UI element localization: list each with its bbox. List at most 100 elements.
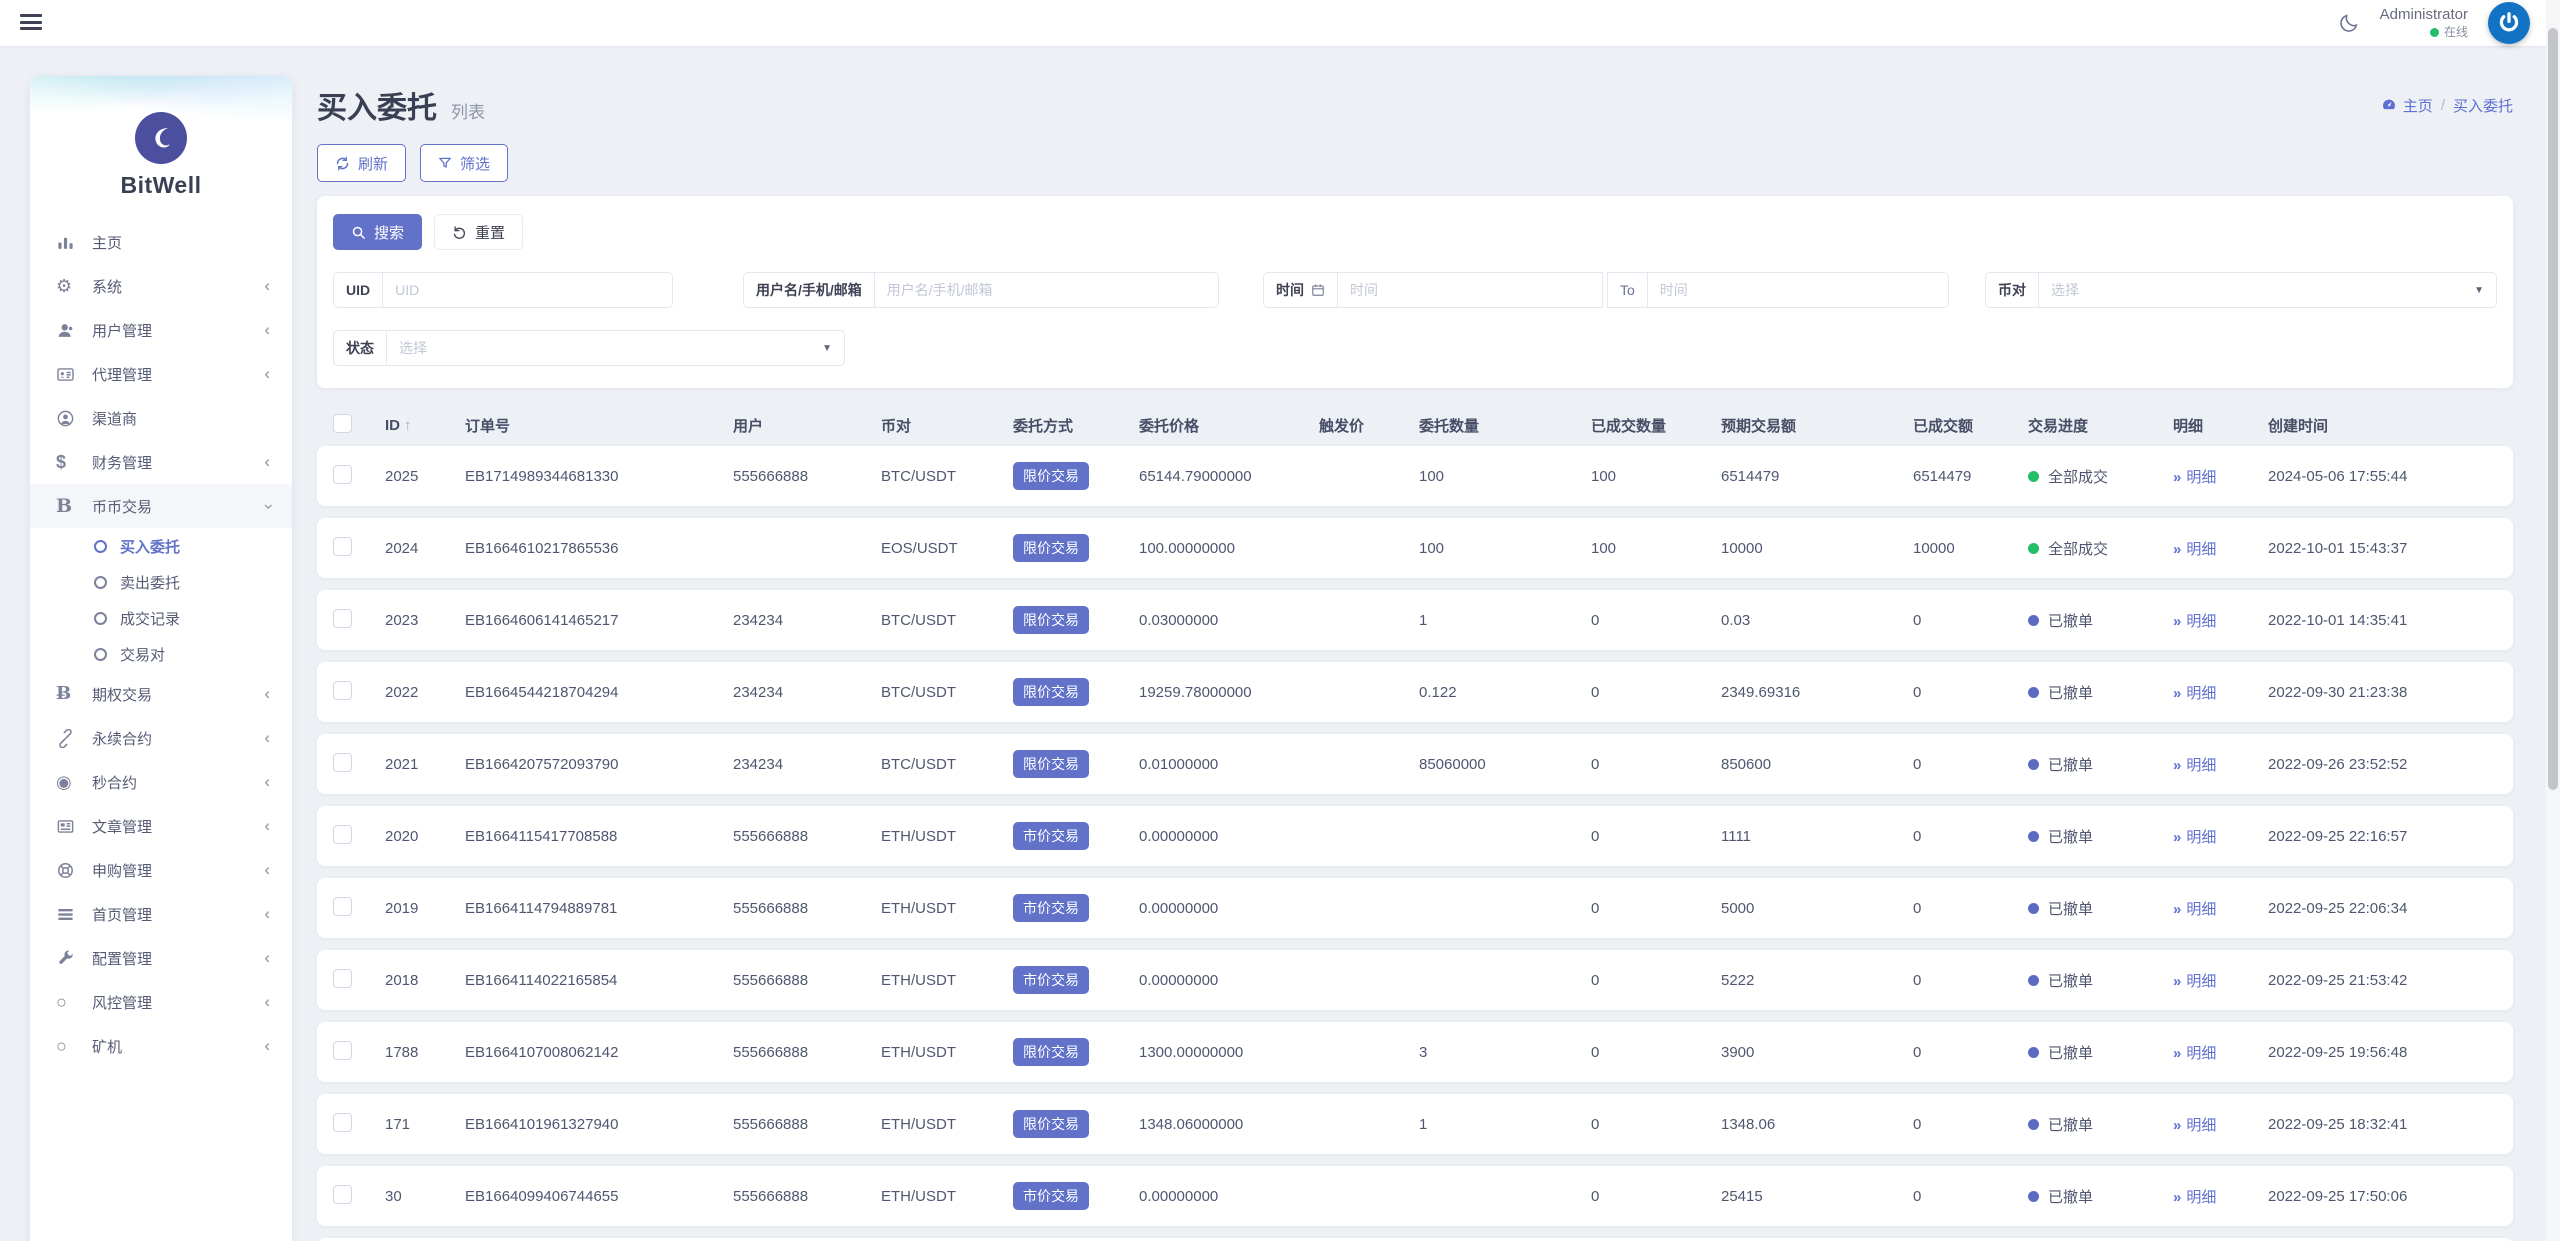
row-checkbox[interactable] bbox=[333, 681, 352, 700]
select-all-checkbox[interactable] bbox=[333, 414, 352, 433]
wrench-icon bbox=[56, 949, 92, 968]
circle-dot-icon: ◉ bbox=[56, 773, 92, 791]
cell-pair: BTC/USDT bbox=[881, 468, 1013, 485]
sidebar-item-8[interactable]: 永续合约‹ bbox=[30, 716, 292, 760]
chevron-icon: ‹ bbox=[264, 905, 270, 922]
detail-link[interactable]: »明细 bbox=[2173, 1189, 2216, 1206]
row-checkbox[interactable] bbox=[333, 465, 352, 484]
sidebar-item-6[interactable]: B币币交易‹ bbox=[30, 484, 292, 528]
search-button[interactable]: 搜索 bbox=[333, 214, 422, 250]
detail-link[interactable]: »明细 bbox=[2173, 973, 2216, 990]
sidebar-item-1[interactable]: ⚙系统‹ bbox=[30, 264, 292, 308]
cell-amount: 100 bbox=[1419, 540, 1591, 557]
cell-order-type: 市价交易 bbox=[1013, 822, 1139, 850]
reset-button[interactable]: 重置 bbox=[434, 214, 523, 250]
row-checkbox[interactable] bbox=[333, 609, 352, 628]
user-input[interactable] bbox=[875, 273, 1218, 307]
sidebar-item-9[interactable]: ◉秒合约‹ bbox=[30, 760, 292, 804]
sidebar-item-label: 矿机 bbox=[92, 1036, 264, 1057]
pair-select[interactable]: 选择 ▼ bbox=[2039, 273, 2496, 307]
breadcrumb-home-link[interactable]: 主页 bbox=[2381, 95, 2433, 116]
sidebar-item-15[interactable]: ○矿机‹ bbox=[30, 1024, 292, 1068]
bitcoin-icon: Ƀ bbox=[56, 685, 92, 703]
sidebar-item-5[interactable]: $财务管理‹ bbox=[30, 440, 292, 484]
time-end-input[interactable] bbox=[1648, 273, 1948, 307]
cell-id: 2022 bbox=[385, 684, 465, 701]
detail-link[interactable]: »明细 bbox=[2173, 1045, 2216, 1062]
cell-filled-total: 0 bbox=[1913, 1044, 2028, 1061]
cell-order-type: 限价交易 bbox=[1013, 750, 1139, 778]
menu-toggle-icon[interactable] bbox=[20, 14, 42, 34]
uid-input[interactable] bbox=[383, 273, 672, 307]
detail-link[interactable]: »明细 bbox=[2173, 685, 2216, 702]
sidebar-item-4[interactable]: 渠道商 bbox=[30, 396, 292, 440]
sidebar-item-0[interactable]: 主页 bbox=[30, 220, 292, 264]
user-label: 用户名/手机/邮箱 bbox=[744, 273, 875, 307]
detail-link[interactable]: »明细 bbox=[2173, 829, 2216, 846]
time-start-input[interactable] bbox=[1338, 273, 1602, 307]
cell-user: 555666888 bbox=[733, 1188, 881, 1205]
row-checkbox[interactable] bbox=[333, 969, 352, 988]
sidebar-subitem-label: 卖出委托 bbox=[120, 572, 180, 593]
status-dot-icon bbox=[2028, 759, 2039, 770]
row-checkbox[interactable] bbox=[333, 825, 352, 844]
chevron-icon: ‹ bbox=[264, 365, 270, 382]
uid-filter-group: UID bbox=[333, 272, 673, 308]
row-checkbox[interactable] bbox=[333, 1185, 352, 1204]
cell-id: 2018 bbox=[385, 972, 465, 989]
page-subtitle: 列表 bbox=[451, 98, 485, 123]
cell-user: 555666888 bbox=[733, 900, 881, 917]
vertical-scrollbar[interactable] bbox=[2546, 0, 2560, 1241]
row-checkbox[interactable] bbox=[333, 1113, 352, 1132]
row-checkbox[interactable] bbox=[333, 537, 352, 556]
refresh-button[interactable]: 刷新 bbox=[317, 144, 406, 182]
column-header[interactable]: ID↑ bbox=[385, 417, 465, 434]
sidebar-item-10[interactable]: 文章管理‹ bbox=[30, 804, 292, 848]
sidebar-item-11[interactable]: 申购管理‹ bbox=[30, 848, 292, 892]
sidebar-subitem-6-2[interactable]: 成交记录 bbox=[30, 600, 292, 636]
cell-price: 0.00000000 bbox=[1139, 1188, 1319, 1205]
sidebar-item-13[interactable]: 配置管理‹ bbox=[30, 936, 292, 980]
scrollbar-thumb[interactable] bbox=[2548, 28, 2558, 790]
row-checkbox-cell bbox=[333, 1041, 385, 1064]
cell-user: 555666888 bbox=[733, 1044, 881, 1061]
sidebar-subitem-6-0[interactable]: 买入委托 bbox=[30, 528, 292, 564]
user-menu[interactable]: Administrator 在线 bbox=[2380, 6, 2468, 40]
row-checkbox-cell bbox=[333, 1113, 385, 1136]
order-type-badge: 市价交易 bbox=[1013, 894, 1089, 922]
table-header-row: ID↑订单号用户币对委托方式委托价格触发价委托数量已成交数量预期交易额已成交额交… bbox=[317, 404, 2513, 446]
cell-detail: »明细 bbox=[2173, 610, 2268, 631]
table-row: 2021EB1664207572093790234234BTC/USDT限价交易… bbox=[317, 734, 2513, 794]
sidebar-subitem-6-3[interactable]: 交易对 bbox=[30, 636, 292, 672]
sidebar-item-label: 期权交易 bbox=[92, 684, 264, 705]
detail-link[interactable]: »明细 bbox=[2173, 757, 2216, 774]
row-checkbox[interactable] bbox=[333, 1041, 352, 1060]
row-checkbox[interactable] bbox=[333, 753, 352, 772]
detail-link[interactable]: »明细 bbox=[2173, 469, 2216, 486]
detail-link[interactable]: »明细 bbox=[2173, 901, 2216, 918]
cell-expected-total: 10000 bbox=[1721, 540, 1913, 557]
detail-link[interactable]: »明细 bbox=[2173, 1117, 2216, 1134]
row-checkbox[interactable] bbox=[333, 897, 352, 916]
detail-link[interactable]: »明细 bbox=[2173, 541, 2216, 558]
column-header: 委托价格 bbox=[1139, 415, 1319, 436]
sidebar-subitem-6-1[interactable]: 卖出委托 bbox=[30, 564, 292, 600]
status-select[interactable]: 选择 ▼ bbox=[387, 331, 844, 365]
sidebar-item-3[interactable]: 代理管理‹ bbox=[30, 352, 292, 396]
cell-progress: 已撤单 bbox=[2028, 970, 2173, 991]
detail-link[interactable]: »明细 bbox=[2173, 613, 2216, 630]
sidebar-item-7[interactable]: Ƀ期权交易‹ bbox=[30, 672, 292, 716]
cell-id: 1788 bbox=[385, 1044, 465, 1061]
filter-panel: 搜索 重置 UID 用户名/手机/邮箱 时间 bbox=[317, 196, 2513, 388]
filter-button[interactable]: 筛选 bbox=[420, 144, 508, 182]
dark-mode-icon[interactable] bbox=[2338, 12, 2360, 34]
circle-icon bbox=[94, 540, 107, 553]
order-type-badge: 限价交易 bbox=[1013, 606, 1089, 634]
sidebar-item-12[interactable]: 首页管理‹ bbox=[30, 892, 292, 936]
cell-detail: »明细 bbox=[2173, 538, 2268, 559]
cell-filled-total: 0 bbox=[1913, 684, 2028, 701]
sidebar-item-14[interactable]: ○风控管理‹ bbox=[30, 980, 292, 1024]
column-header: 已成交数量 bbox=[1591, 415, 1721, 436]
avatar[interactable] bbox=[2488, 2, 2530, 44]
sidebar-item-2[interactable]: 用户管理‹ bbox=[30, 308, 292, 352]
